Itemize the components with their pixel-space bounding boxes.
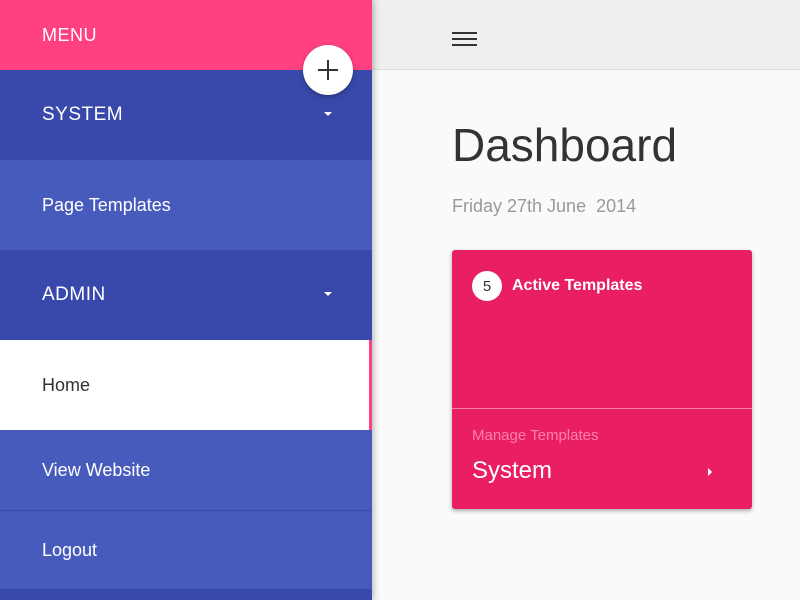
system-link[interactable]: System [472, 457, 552, 485]
card-title: Active Templates [512, 277, 643, 294]
section-label: ADMIN [42, 284, 106, 305]
sidebar-item-home[interactable]: Home [0, 340, 372, 430]
divider [452, 408, 752, 409]
active-templates-card: 5 Active Templates Manage Templates Syst… [452, 250, 752, 509]
item-label: Page Templates [42, 194, 171, 215]
caret-down-icon [324, 292, 332, 296]
date-label: Friday 27th June 2014 [452, 196, 637, 216]
caret-down-icon [324, 112, 332, 116]
item-label: Logout [42, 539, 98, 560]
chevron-right-icon[interactable] [708, 468, 712, 476]
hamburger-menu-icon[interactable] [452, 32, 477, 46]
section-label: SYSTEM [42, 104, 124, 125]
sidebar-item-page-templates[interactable]: Page Templates [0, 160, 372, 250]
page-title: Dashboard [452, 119, 678, 171]
top-bar [372, 0, 800, 70]
add-button[interactable] [303, 45, 353, 95]
item-label: View Website [42, 459, 151, 480]
sidebar-item-view-website[interactable]: View Website [0, 430, 372, 510]
sidebar-item-logout[interactable]: Logout [0, 510, 372, 589]
sidebar-section-admin[interactable]: ADMIN [0, 250, 372, 340]
count-badge: 5 [472, 271, 502, 301]
plus-icon [318, 60, 338, 80]
card-subtitle: Manage Templates [472, 427, 599, 444]
menu-label: MENU [42, 24, 97, 45]
item-label: Home [42, 374, 91, 395]
